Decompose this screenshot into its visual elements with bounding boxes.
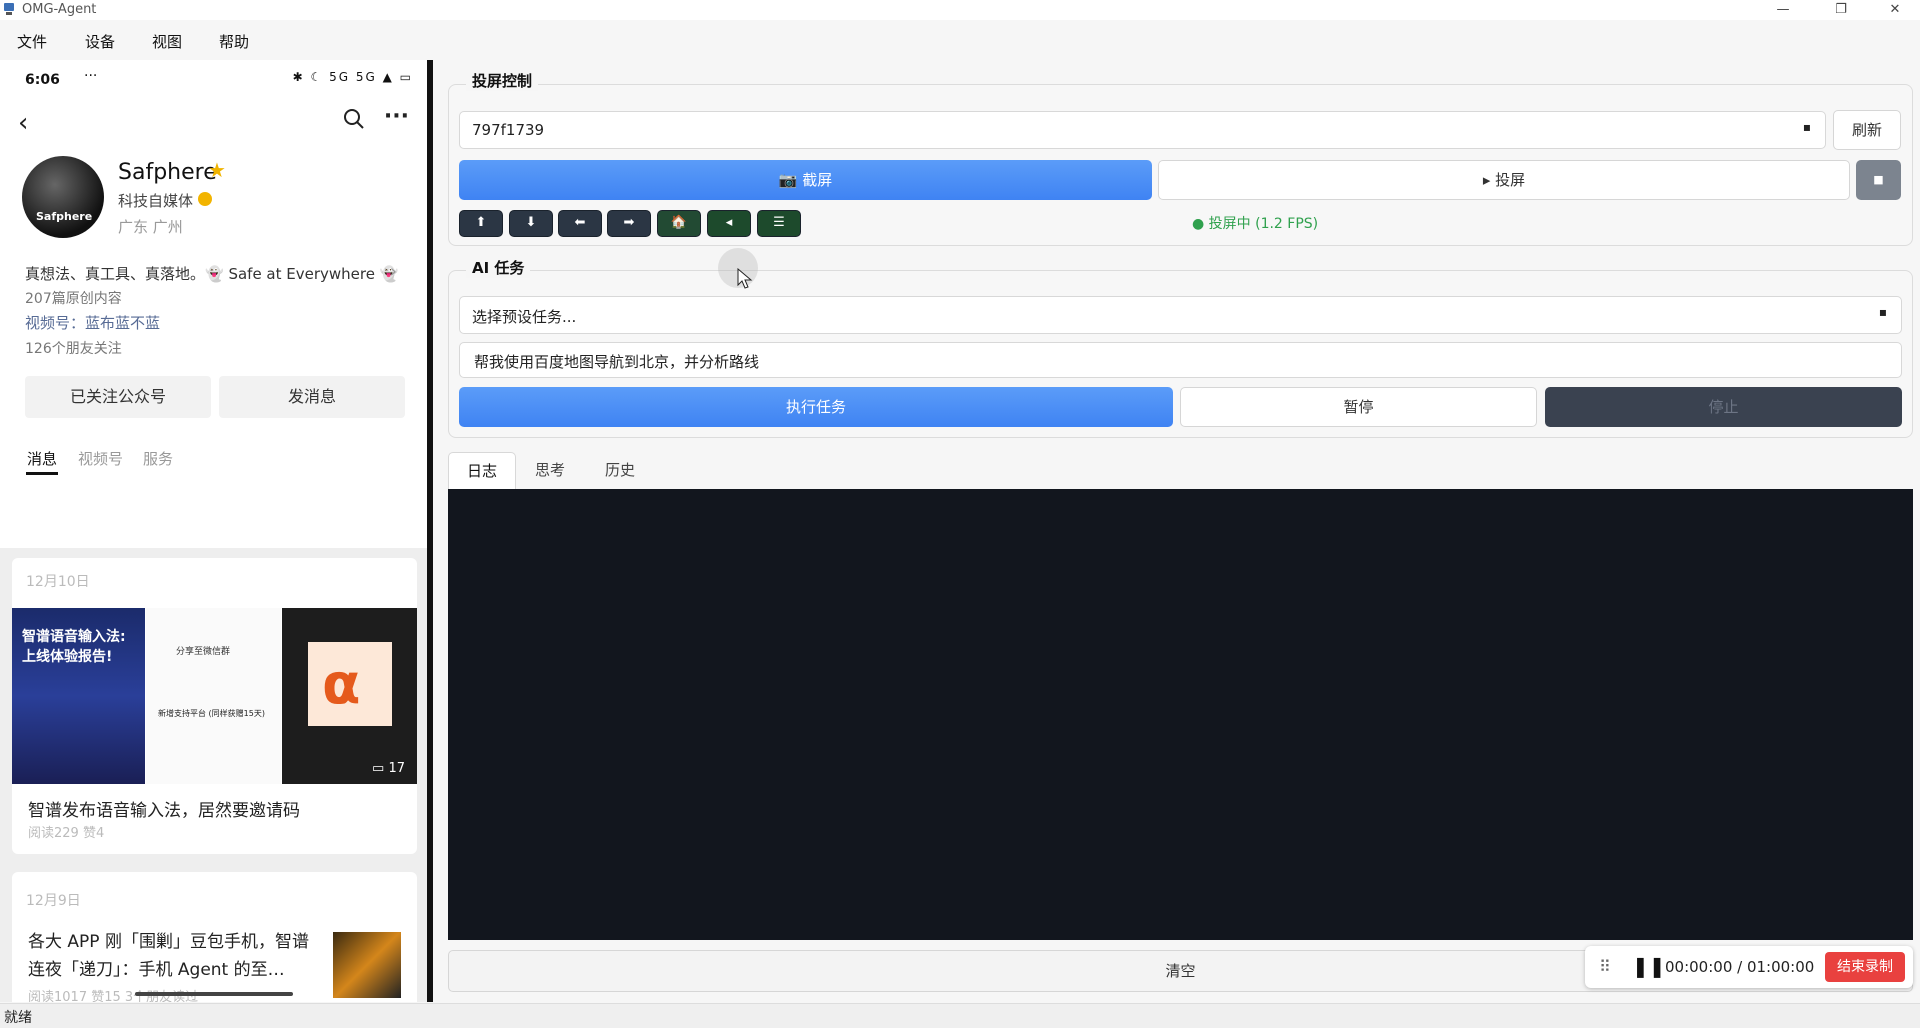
article-title-line[interactable]: 各大 APP 刚「围剿」豆包手机，智谱 bbox=[28, 927, 309, 952]
menu-help[interactable]: 帮助 bbox=[219, 31, 249, 52]
article-title[interactable]: 智谱发布语音输入法，居然要邀请码 bbox=[28, 796, 300, 821]
image-count: ▭ 17 bbox=[372, 761, 405, 776]
article-date: 12月10日 bbox=[26, 574, 90, 590]
mirror-control-title: 投屏控制 bbox=[466, 70, 539, 91]
preset-task-select[interactable]: 选择预设任务... ▪ bbox=[459, 296, 1902, 334]
more-icon[interactable]: ··· bbox=[384, 104, 409, 129]
tab-service[interactable]: 服务 bbox=[143, 448, 173, 469]
preset-task-placeholder: 选择预设任务... bbox=[472, 308, 577, 326]
menu-view[interactable]: 视图 bbox=[152, 31, 182, 52]
start-mirror-button[interactable]: ▸ 投屏 bbox=[1158, 160, 1850, 200]
back-button[interactable]: ◂ bbox=[707, 210, 751, 237]
article-image: 分享至微信群 新增支持平台 (同样获赠15天) bbox=[146, 608, 281, 784]
search-icon[interactable] bbox=[343, 108, 365, 136]
account-bio[interactable]: 真想法、真工具、真落地。👻 Safe at Everywhere 👻 bbox=[25, 263, 398, 284]
swipe-right-button[interactable]: ➡ bbox=[607, 210, 651, 237]
device-id: 797f1739 bbox=[472, 121, 545, 139]
recording-timer: 00:00:00 / 01:00:00 bbox=[1665, 958, 1815, 976]
swipe-left-button[interactable]: ⬅ bbox=[558, 210, 602, 237]
phone-mirror-panel[interactable]: 6:06 ··· ✱ ☾ 5G 5G ▲ ▭ ‹ ··· Safphere Sa… bbox=[0, 60, 433, 1002]
article-card[interactable]: 12月9日 各大 APP 刚「围剿」豆包手机，智谱 连夜「递刀」：手机 Agen… bbox=[12, 872, 417, 1002]
close-button[interactable]: ✕ bbox=[1872, 0, 1918, 20]
account-name: Safphere bbox=[118, 160, 217, 185]
tab-messages[interactable]: 消息 bbox=[27, 448, 57, 469]
menu-bar: 文件 设备 视图 帮助 bbox=[0, 24, 1920, 56]
tab-history[interactable]: 历史 bbox=[590, 452, 650, 488]
ai-task-title: AI 任务 bbox=[466, 257, 531, 278]
image-caption: 分享至微信群 bbox=[176, 647, 231, 657]
device-select[interactable]: 797f1739 ▪ bbox=[459, 111, 1826, 149]
account-profile: Safphere Safphere ★ 科技自媒体 广东 广州 真想法、真工具、… bbox=[0, 148, 427, 548]
dropdown-arrow-icon: ▪ bbox=[1802, 120, 1811, 134]
refresh-button[interactable]: 刷新 bbox=[1833, 110, 1901, 150]
phone-nav-bar: ‹ ··· bbox=[0, 96, 427, 148]
article-image: α ▭ 17 bbox=[282, 608, 417, 784]
image-gallery-icon: ▭ bbox=[372, 761, 385, 776]
article-title-line[interactable]: 连夜「递刀」：手机 Agent 的至… bbox=[28, 955, 285, 980]
app-icon bbox=[2, 2, 16, 16]
home-button[interactable]: 🏠 bbox=[657, 210, 701, 237]
article-card[interactable]: 12月10日 智谱语音输入法: 上线体验报告! 分享至微信群 新增支持平台 (同… bbox=[12, 558, 417, 854]
logo-letter: α bbox=[322, 652, 361, 717]
avatar[interactable]: Safphere bbox=[22, 156, 104, 238]
minimize-button[interactable]: — bbox=[1760, 0, 1806, 20]
end-recording-button[interactable]: 结束录制 bbox=[1825, 952, 1905, 982]
verified-badge-icon bbox=[198, 192, 212, 206]
avatar-logo-text: Safphere bbox=[36, 210, 93, 223]
image-count-value: 17 bbox=[388, 761, 405, 776]
phone-notification-dots: ··· bbox=[84, 68, 98, 84]
status-bar: 就绪 bbox=[0, 1003, 1920, 1028]
menu-device[interactable]: 设备 bbox=[85, 31, 115, 52]
tab-indicator bbox=[26, 472, 58, 475]
tab-thinking[interactable]: 思考 bbox=[520, 452, 580, 488]
star-icon: ★ bbox=[208, 158, 226, 182]
stop-mirror-button[interactable]: ■ bbox=[1856, 160, 1901, 200]
original-content-count: 207篇原创内容 bbox=[25, 291, 122, 307]
menu-button[interactable]: ☰ bbox=[757, 210, 801, 237]
title-bar: OMG-Agent — ❐ ✕ bbox=[0, 0, 1920, 20]
menu-file[interactable]: 文件 bbox=[17, 31, 47, 52]
chevron-right-icon[interactable]: › bbox=[390, 261, 397, 282]
pause-recording-icon[interactable]: ❚❚ bbox=[1632, 954, 1666, 978]
send-message-button[interactable]: 发消息 bbox=[219, 376, 405, 418]
restore-button[interactable]: ❐ bbox=[1818, 0, 1864, 20]
video-channel-link[interactable]: 视频号：蓝布蓝不蓝 bbox=[25, 312, 160, 333]
log-console[interactable] bbox=[448, 489, 1913, 940]
swipe-up-button[interactable]: ⬆ bbox=[459, 210, 503, 237]
drag-handle-icon[interactable]: ⠿ bbox=[1599, 957, 1611, 976]
task-input[interactable]: 帮我使用百度地图导航到北京，并分析路线 bbox=[459, 342, 1902, 378]
article-date: 12月9日 bbox=[26, 893, 81, 909]
dropdown-arrow-icon: ▪ bbox=[1878, 305, 1887, 319]
tab-video[interactable]: 视频号 bbox=[78, 448, 123, 469]
mouse-cursor-icon bbox=[737, 268, 753, 289]
image-caption: 智谱语音输入法: bbox=[22, 629, 126, 645]
tab-log[interactable]: 日志 bbox=[448, 452, 516, 489]
swipe-down-button[interactable]: ⬇ bbox=[509, 210, 553, 237]
friends-follow-count: 126个朋友关注 bbox=[25, 341, 122, 357]
phone-status-icons: ✱ ☾ 5G 5G ▲ ▭ bbox=[292, 70, 413, 84]
mirror-fps-status: ● 投屏中 (1.2 FPS) bbox=[1192, 216, 1319, 232]
image-caption: 新增支持平台 (同样获赠15天) bbox=[158, 709, 265, 718]
article-thumbnail bbox=[333, 932, 401, 998]
article-meta: 阅读229 赞4 bbox=[28, 826, 105, 841]
back-icon[interactable]: ‹ bbox=[18, 108, 28, 138]
article-image-strip: 智谱语音输入法: 上线体验报告! 分享至微信群 新增支持平台 (同样获赠15天)… bbox=[12, 608, 417, 784]
task-input-value: 帮我使用百度地图导航到北京，并分析路线 bbox=[474, 353, 760, 371]
screen-recorder-bar: ⠿ ❚❚ 00:00:00 / 01:00:00 结束录制 bbox=[1585, 946, 1913, 988]
followed-button[interactable]: 已关注公众号 bbox=[25, 376, 211, 418]
pause-task-button[interactable]: 暂停 bbox=[1180, 387, 1537, 427]
screenshot-button[interactable]: 📷 截屏 bbox=[459, 160, 1152, 200]
article-image: 智谱语音输入法: 上线体验报告! bbox=[12, 608, 145, 784]
phone-status-bar: 6:06 ··· ✱ ☾ 5G 5G ▲ ▭ bbox=[0, 60, 427, 96]
run-task-button[interactable]: 执行任务 bbox=[459, 387, 1173, 427]
account-location: 广东 广州 bbox=[118, 218, 183, 236]
stop-task-button[interactable]: 停止 bbox=[1545, 387, 1902, 427]
status-text: 就绪 bbox=[4, 1010, 32, 1026]
phone-time: 6:06 bbox=[25, 72, 60, 88]
account-type: 科技自媒体 bbox=[118, 192, 194, 210]
window-title: OMG-Agent bbox=[22, 2, 97, 17]
image-caption: 上线体验报告! bbox=[22, 649, 113, 665]
logo-tile: α bbox=[308, 642, 392, 726]
home-indicator bbox=[135, 992, 293, 996]
